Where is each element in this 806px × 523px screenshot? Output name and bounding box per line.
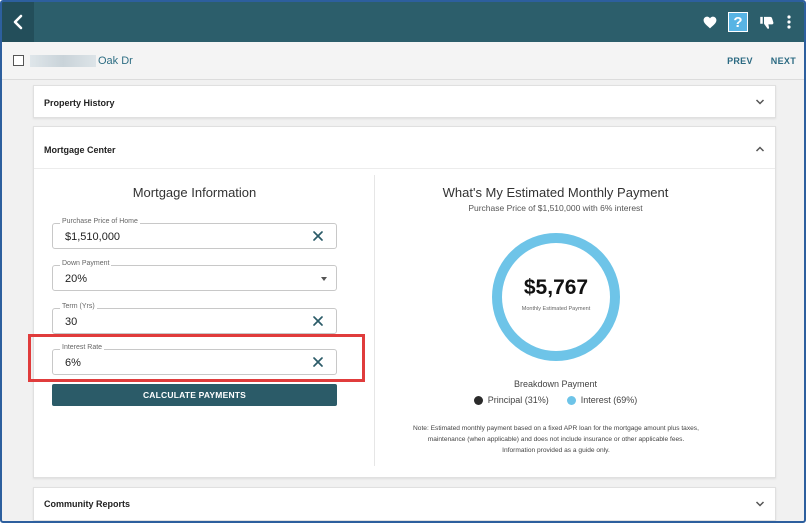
legend-label: Interest (69%)	[580, 395, 638, 405]
payment-donut-chart: $5,767 Monthly Estimated Payment	[489, 230, 623, 364]
back-arrow-icon	[13, 14, 23, 30]
listing-bar: Oak Dr PREV NEXT	[2, 42, 804, 80]
legend-dot-principal	[473, 395, 483, 405]
section-title: Mortgage Center	[44, 145, 116, 155]
field-value[interactable]: 20%	[65, 273, 87, 285]
monthly-payment-caption: Monthly Estimated Payment	[521, 306, 591, 312]
more-button[interactable]	[784, 11, 794, 33]
purchase-price-field[interactable]: Purchase Price of Home $1,510,000	[52, 218, 337, 249]
dropdown-caret-icon[interactable]	[321, 277, 327, 281]
column-divider	[374, 175, 375, 466]
estimate-subtitle: Purchase Price of $1,510,000 with 6% int…	[468, 203, 643, 213]
legend-item-interest: Interest (69%)	[566, 395, 638, 405]
calculate-payments-button[interactable]: CALCULATE PAYMENTS	[52, 384, 337, 406]
estimate-note: Note: Estimated monthly payment based on…	[413, 425, 699, 454]
redacted-address-number	[30, 55, 96, 67]
breakdown-title: Breakdown Payment	[513, 379, 598, 389]
chevron-up-icon[interactable]	[755, 145, 765, 153]
property-history-section[interactable]: Property History	[33, 85, 776, 118]
estimate-title: What's My Estimated Monthly Payment	[442, 185, 669, 200]
mortgage-form-title: Mortgage Information	[132, 185, 257, 200]
help-button[interactable]: ?	[728, 11, 748, 33]
interest-rate-highlight	[28, 334, 365, 382]
kebab-menu-icon	[787, 15, 791, 29]
back-button[interactable]	[2, 2, 34, 42]
section-title: Property History	[44, 98, 115, 108]
dislike-button[interactable]	[756, 11, 776, 33]
favorite-button[interactable]	[700, 11, 720, 33]
section-title: Community Reports	[44, 499, 131, 509]
mortgage-center-header[interactable]: Mortgage Center	[34, 127, 775, 169]
chevron-down-icon[interactable]	[755, 500, 765, 508]
field-label: Purchase Price of Home	[60, 218, 140, 225]
help-icon: ?	[728, 12, 748, 32]
chevron-down-icon[interactable]	[755, 98, 765, 106]
clear-icon[interactable]	[312, 315, 324, 327]
select-listing-checkbox[interactable]	[13, 55, 24, 66]
legend-label: Principal (31%)	[487, 395, 549, 405]
community-reports-section[interactable]: Community Reports	[33, 487, 776, 521]
field-label: Down Payment	[60, 260, 112, 267]
mortgage-center-section: Mortgage Center Mortgage Information Pur…	[28, 126, 776, 478]
field-label: Term (Yrs)	[60, 303, 97, 310]
clear-icon[interactable]	[312, 230, 324, 242]
field-value[interactable]: $1,510,000	[65, 231, 120, 243]
app-frame: ? Oak Dr PREV NEXT Property History Mort…	[0, 0, 806, 523]
heart-icon	[703, 16, 717, 28]
listing-address[interactable]: Oak Dr	[98, 55, 133, 67]
prev-button[interactable]: PREV	[727, 56, 753, 66]
legend-item-principal: Principal (31%)	[473, 395, 549, 405]
top-bar: ?	[2, 2, 804, 42]
top-actions: ?	[700, 11, 794, 33]
term-field[interactable]: Term (Yrs) 30	[52, 303, 337, 334]
breakdown-legend: Principal (31%) Interest (69%)	[375, 395, 736, 405]
monthly-payment-amount: $5,767	[523, 276, 589, 299]
thumbs-down-icon	[759, 16, 773, 29]
down-payment-select[interactable]: Down Payment 20%	[52, 260, 337, 291]
field-value[interactable]: 30	[65, 316, 77, 328]
pager: PREV NEXT	[727, 56, 796, 66]
legend-dot-interest	[566, 395, 576, 405]
next-button[interactable]: NEXT	[771, 56, 796, 66]
